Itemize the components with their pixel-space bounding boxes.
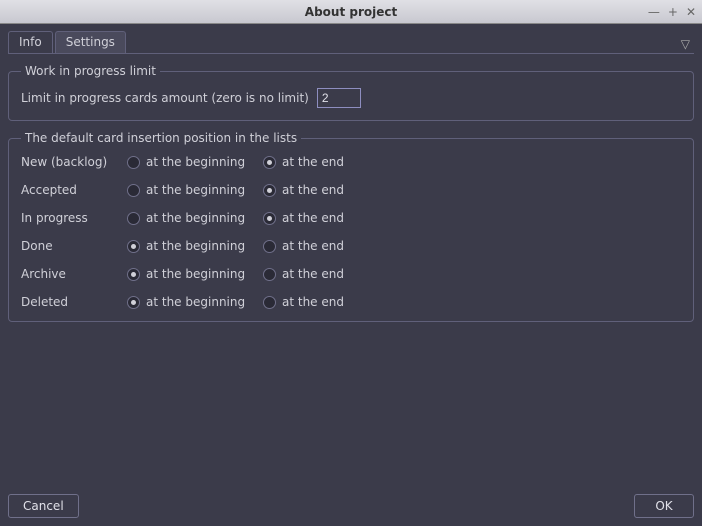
radio-icon [263, 212, 276, 225]
dialog-footer: Cancel OK [8, 488, 694, 518]
radio-icon [127, 240, 140, 253]
defaults-grid: New (backlog) at the beginning at the end A… [21, 155, 681, 309]
row-label: In progress [21, 211, 121, 225]
radio-at-beginning[interactable]: at the beginning [127, 295, 257, 309]
radio-label: at the end [282, 183, 344, 197]
radio-icon [263, 184, 276, 197]
wip-group: Work in progress limit Limit in progress… [8, 64, 694, 121]
window-controls: — + ✕ [648, 0, 696, 24]
radio-icon [263, 268, 276, 281]
settings-panel: Work in progress limit Limit in progress… [8, 54, 694, 488]
radio-icon [127, 212, 140, 225]
radio-label: at the end [282, 295, 344, 309]
radio-label: at the beginning [146, 239, 245, 253]
window-body: Info Settings ▽ Work in progress limit L… [0, 24, 702, 526]
defaults-legend: The default card insertion position in t… [21, 131, 301, 145]
tab-settings[interactable]: Settings [55, 31, 126, 53]
radio-label: at the beginning [146, 183, 245, 197]
radio-icon [127, 268, 140, 281]
row-label: Deleted [21, 295, 121, 309]
radio-at-beginning[interactable]: at the beginning [127, 155, 257, 169]
row-label: Archive [21, 267, 121, 281]
radio-icon [127, 296, 140, 309]
wip-label: Limit in progress cards amount (zero is … [21, 91, 309, 105]
radio-label: at the beginning [146, 267, 245, 281]
radio-at-end[interactable]: at the end [263, 239, 373, 253]
row-label: Done [21, 239, 121, 253]
radio-label: at the end [282, 267, 344, 281]
radio-label: at the end [282, 239, 344, 253]
row-label: Accepted [21, 183, 121, 197]
radio-at-end[interactable]: at the end [263, 183, 373, 197]
radio-at-end[interactable]: at the end [263, 155, 373, 169]
radio-at-end[interactable]: at the end [263, 211, 373, 225]
wip-legend: Work in progress limit [21, 64, 160, 78]
radio-at-beginning[interactable]: at the beginning [127, 239, 257, 253]
radio-icon [263, 156, 276, 169]
radio-icon [263, 240, 276, 253]
tab-menu-icon[interactable]: ▽ [677, 35, 694, 53]
radio-label: at the end [282, 155, 344, 169]
radio-label: at the beginning [146, 211, 245, 225]
window-title: About project [305, 5, 397, 19]
radio-at-beginning[interactable]: at the beginning [127, 267, 257, 281]
radio-label: at the beginning [146, 295, 245, 309]
radio-label: at the beginning [146, 155, 245, 169]
tab-info[interactable]: Info [8, 31, 53, 53]
tabbar: Info Settings ▽ [8, 32, 694, 54]
row-label: New (backlog) [21, 155, 121, 169]
titlebar: About project — + ✕ [0, 0, 702, 24]
radio-at-beginning[interactable]: at the beginning [127, 211, 257, 225]
radio-icon [127, 156, 140, 169]
defaults-group: The default card insertion position in t… [8, 131, 694, 322]
radio-label: at the end [282, 211, 344, 225]
close-icon[interactable]: ✕ [686, 5, 696, 19]
radio-at-end[interactable]: at the end [263, 295, 373, 309]
minimize-icon[interactable]: — [648, 5, 660, 19]
radio-icon [127, 184, 140, 197]
radio-at-end[interactable]: at the end [263, 267, 373, 281]
cancel-button[interactable]: Cancel [8, 494, 79, 518]
radio-at-beginning[interactable]: at the beginning [127, 183, 257, 197]
wip-input[interactable] [317, 88, 361, 108]
ok-button[interactable]: OK [634, 494, 694, 518]
radio-icon [263, 296, 276, 309]
maximize-icon[interactable]: + [668, 5, 678, 19]
